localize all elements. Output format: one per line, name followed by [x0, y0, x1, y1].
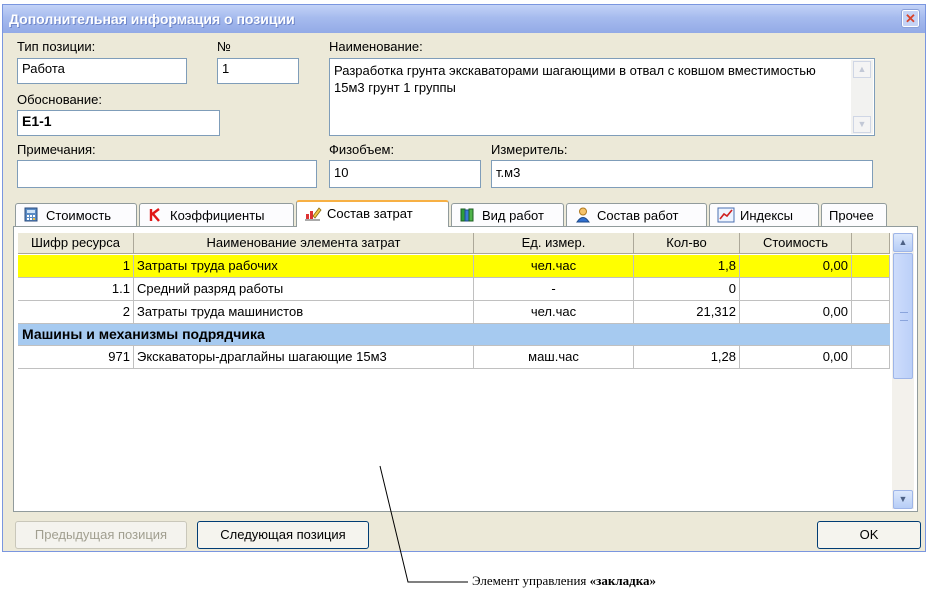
line-chart-icon: [717, 207, 735, 223]
column-header-qty[interactable]: Кол-во: [634, 233, 740, 254]
books-icon: [460, 208, 474, 222]
cell-cost: 0,00: [740, 346, 852, 369]
tab-cost-composition[interactable]: Состав затрат: [296, 200, 449, 227]
tab-label: Состав работ: [597, 208, 679, 223]
tab-other[interactable]: Прочее: [821, 203, 887, 226]
cell-code: 1.1: [18, 278, 134, 301]
unit-label: Измеритель:: [491, 142, 568, 157]
close-button[interactable]: ✕: [901, 9, 920, 28]
title-bar[interactable]: Дополнительная информация о позиции ✕: [3, 5, 925, 33]
tab-label: Коэффициенты: [170, 208, 265, 223]
cell-spacer: [852, 346, 890, 369]
column-header-spacer: [852, 233, 890, 254]
chevron-up-icon[interactable]: ▲: [853, 61, 871, 78]
table-row[interactable]: 2 Затраты труда машинистов чел.час 21,31…: [18, 301, 890, 324]
volume-label: Физобъем:: [329, 142, 395, 157]
annotation-text: Элемент управления: [472, 573, 590, 588]
cell-cost: 0,00: [740, 301, 852, 324]
cell-unit: чел.час: [474, 301, 634, 324]
cost-grid[interactable]: Шифр ресурса Наименование элемента затра…: [18, 233, 890, 511]
notes-label: Примечания:: [17, 142, 96, 157]
number-label: №: [217, 39, 231, 54]
name-label: Наименование:: [329, 39, 423, 54]
basis-field[interactable]: Е1-1: [17, 110, 220, 136]
next-position-button[interactable]: Следующая позиция: [197, 521, 369, 549]
cell-name: Средний разряд работы: [134, 278, 474, 301]
cell-spacer: [852, 255, 890, 278]
tab-coefficients[interactable]: Коэффициенты: [139, 203, 294, 226]
name-memo[interactable]: Разработка грунта экскаваторами шагающим…: [329, 58, 875, 136]
basis-label: Обоснование:: [17, 92, 102, 107]
cell-name: Затраты труда машинистов: [134, 301, 474, 324]
tab-work-composition[interactable]: Состав работ: [566, 203, 707, 226]
scroll-up-button[interactable]: ▲: [893, 233, 913, 252]
annotation-caption: Элемент управления «закладка»: [472, 573, 656, 589]
type-label: Тип позиции:: [17, 39, 96, 54]
person-icon: [576, 207, 590, 223]
name-text: Разработка грунта экскаваторами шагающим…: [334, 63, 816, 95]
tab-work-type[interactable]: Вид работ: [451, 203, 564, 226]
group-row[interactable]: Машины и механизмы подрядчика: [18, 324, 890, 346]
grid-vertical-scrollbar[interactable]: ▲ ▼: [892, 233, 914, 509]
previous-position-button[interactable]: Предыдущая позиция: [15, 521, 187, 549]
column-header-unit[interactable]: Ед. измер.: [474, 233, 634, 254]
window-title: Дополнительная информация о позиции: [9, 11, 295, 27]
cell-qty: 1,8: [634, 255, 740, 278]
table-row[interactable]: 1 Затраты труда рабочих чел.час 1,8 0,00: [18, 255, 890, 278]
chevron-up-icon: ▲: [898, 237, 908, 247]
cell-qty: 0: [634, 278, 740, 301]
ok-button[interactable]: OK: [817, 521, 921, 549]
table-row[interactable]: 971 Экскаваторы-драглайны шагающие 15м3 …: [18, 346, 890, 369]
cell-code: 2: [18, 301, 134, 324]
cell-spacer: [852, 301, 890, 324]
cell-unit: маш.час: [474, 346, 634, 369]
column-header-name[interactable]: Наименование элемента затрат: [134, 233, 474, 254]
number-field[interactable]: 1: [217, 58, 299, 84]
grip-icon: [900, 312, 908, 321]
column-header-cost[interactable]: Стоимость: [740, 233, 852, 254]
tab-indexes[interactable]: Индексы: [709, 203, 819, 226]
cell-name: Затраты труда рабочих: [134, 255, 474, 278]
cell-code: 971: [18, 346, 134, 369]
name-memo-scrollbar[interactable]: ▲ ▼: [851, 60, 873, 134]
chevron-down-icon[interactable]: ▼: [853, 116, 871, 133]
dialog-window: Дополнительная информация о позиции ✕ Ти…: [2, 4, 926, 552]
cell-qty: 1,28: [634, 346, 740, 369]
cell-unit: -: [474, 278, 634, 301]
tab-label: Прочее: [829, 208, 874, 223]
calculator-icon: [24, 207, 38, 222]
cell-code: 1: [18, 255, 134, 278]
chevron-down-icon: ▼: [898, 494, 908, 504]
scroll-down-button[interactable]: ▼: [893, 490, 913, 509]
cell-cost: [740, 278, 852, 301]
tab-label: Стоимость: [46, 208, 112, 223]
cell-qty: 21,312: [634, 301, 740, 324]
type-field[interactable]: Работа: [17, 58, 187, 84]
table-row[interactable]: 1.1 Средний разряд работы - 0: [18, 278, 890, 301]
scroll-thumb[interactable]: [893, 253, 913, 379]
unit-field[interactable]: т.м3: [491, 160, 873, 188]
cell-spacer: [852, 278, 890, 301]
tab-cost[interactable]: Стоимость: [15, 203, 137, 226]
notes-field[interactable]: [17, 160, 317, 188]
annotation-text-bold: «закладка»: [589, 573, 657, 588]
cell-unit: чел.час: [474, 255, 634, 278]
tab-label: Состав затрат: [327, 206, 413, 221]
tab-label: Индексы: [740, 208, 794, 223]
tab-panel: Шифр ресурса Наименование элемента затра…: [13, 226, 918, 512]
column-header-code[interactable]: Шифр ресурса: [18, 233, 134, 254]
cell-name: Экскаваторы-драглайны шагающие 15м3: [134, 346, 474, 369]
pencil-chart-icon: [305, 207, 322, 221]
volume-field[interactable]: 10: [329, 160, 481, 188]
tab-label: Вид работ: [482, 208, 544, 223]
coefficient-k-icon: [149, 208, 160, 222]
cell-cost: 0,00: [740, 255, 852, 278]
